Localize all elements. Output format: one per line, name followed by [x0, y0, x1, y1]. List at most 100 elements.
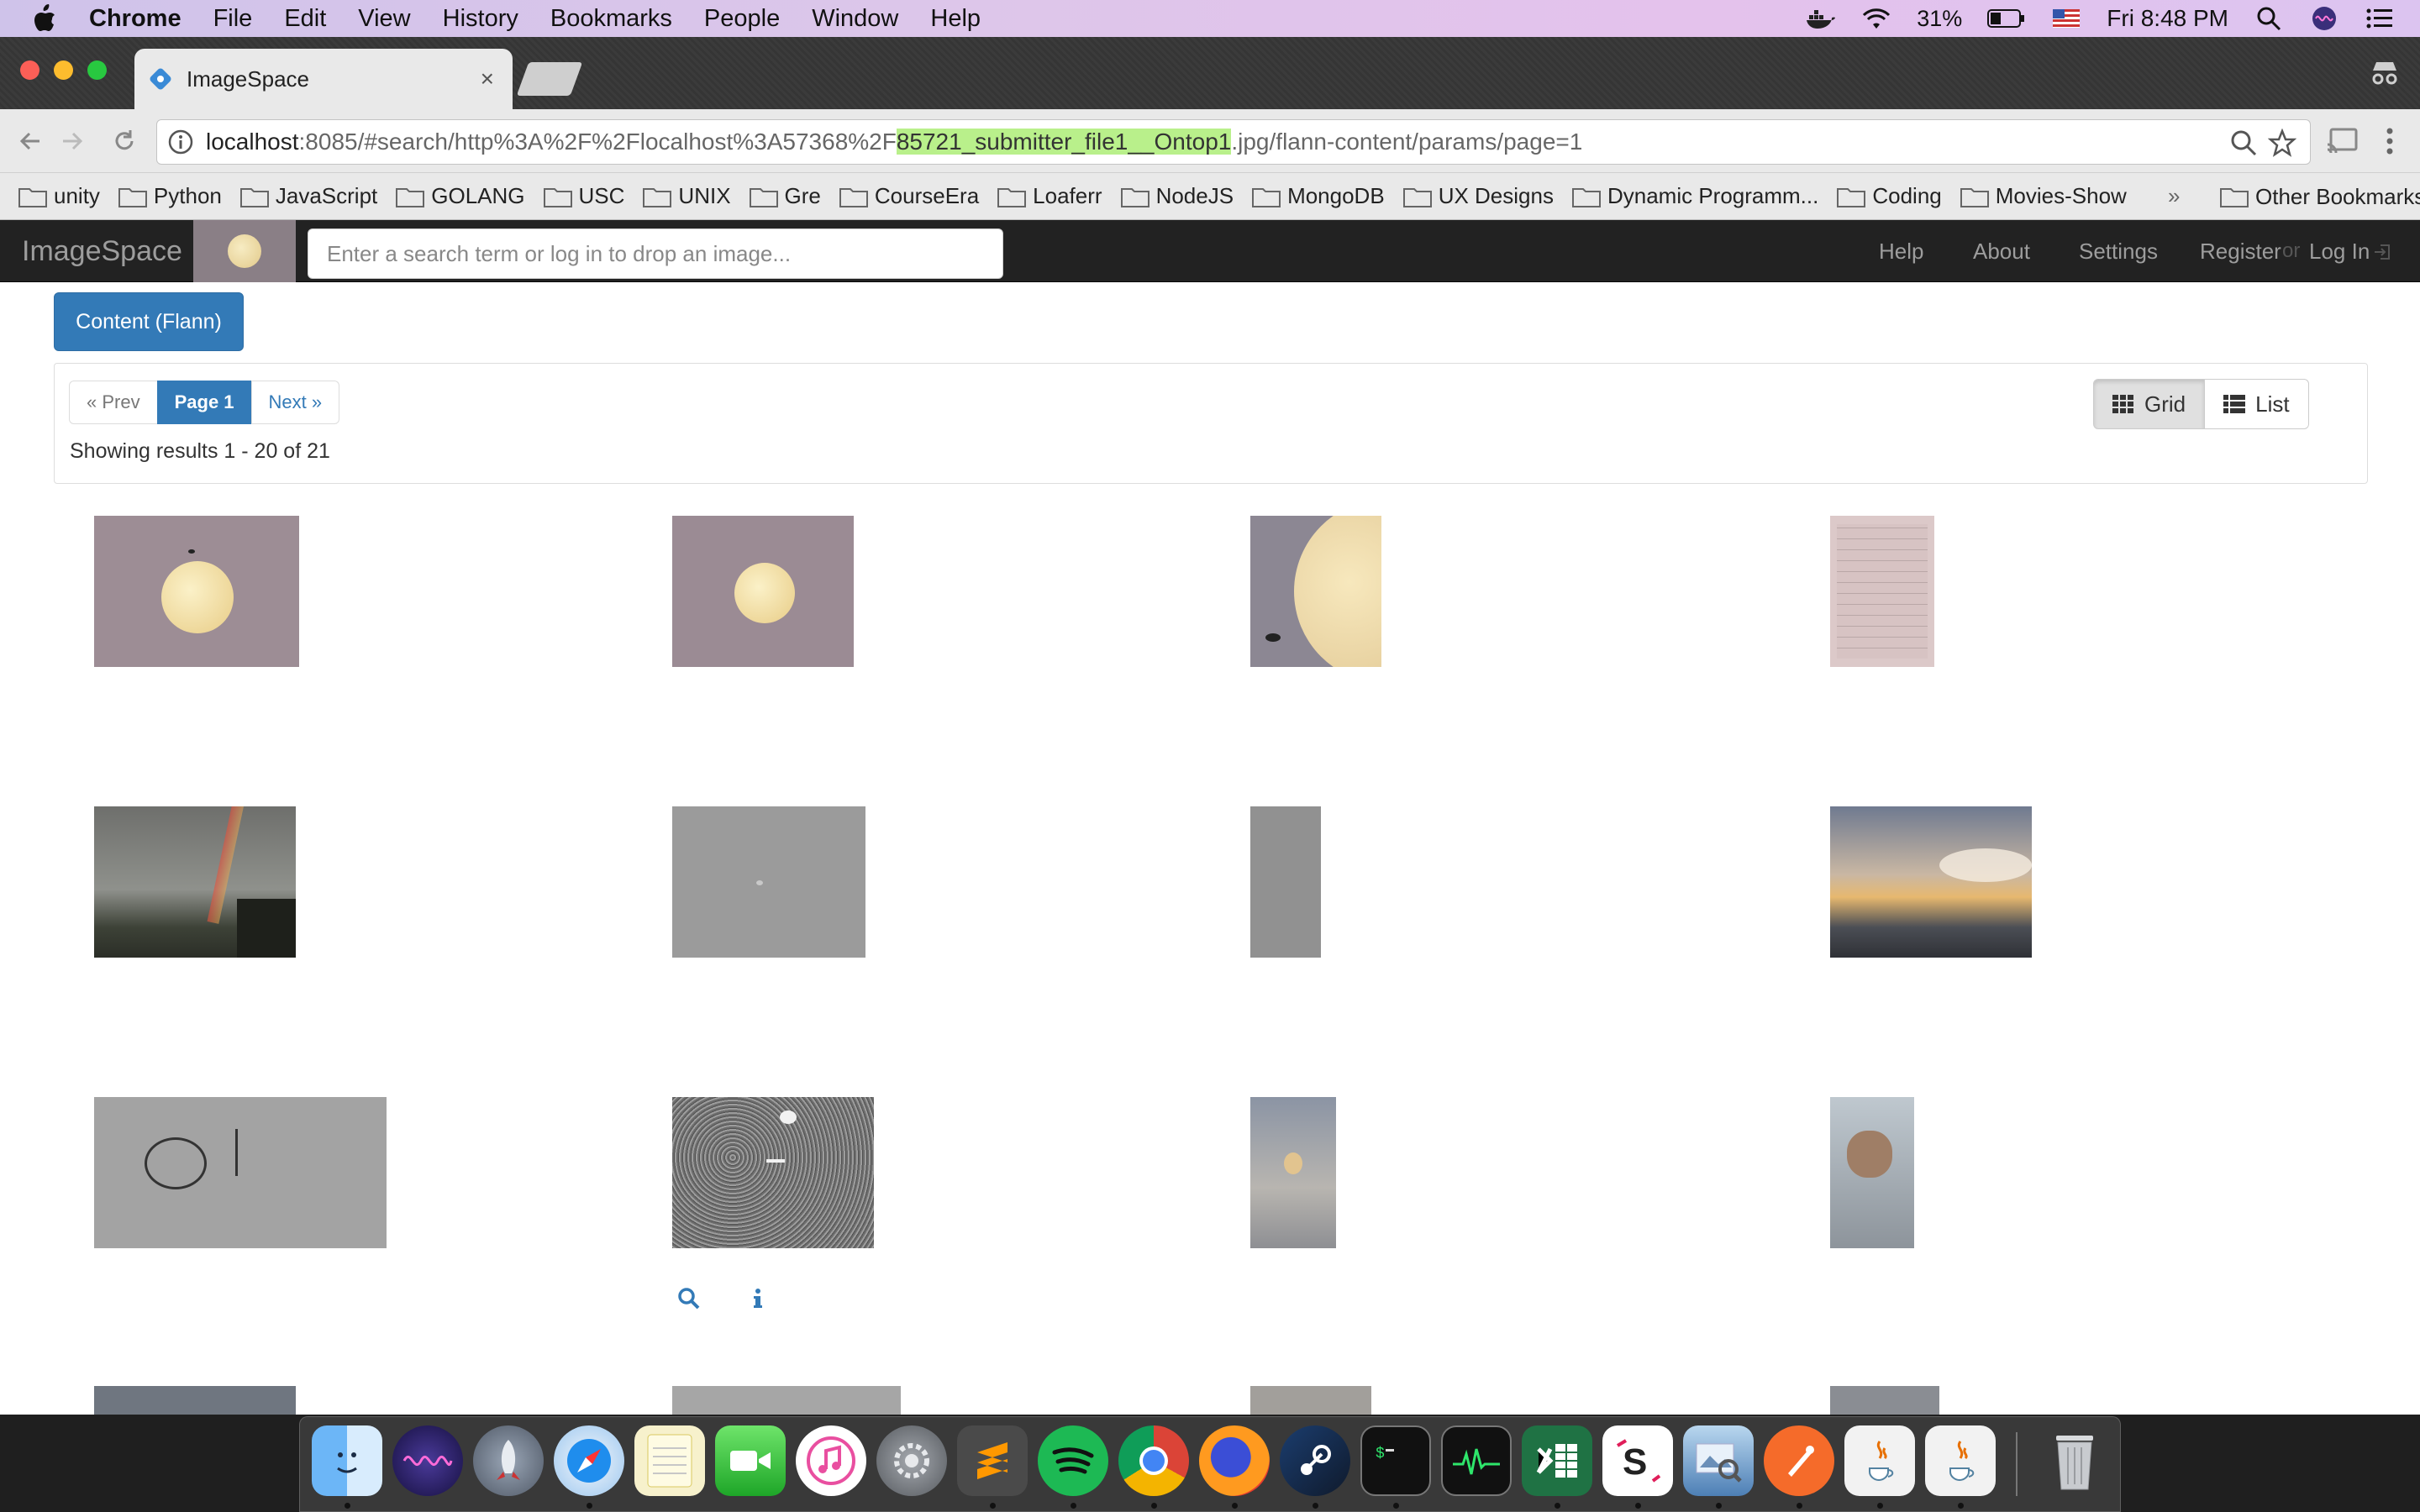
content-flann-button[interactable]: Content (Flann) — [54, 292, 244, 351]
result-thumbnail-13[interactable] — [94, 1386, 296, 1415]
result-thumbnail-7[interactable] — [1250, 806, 1321, 958]
menu-app-name[interactable]: Chrome — [89, 5, 182, 33]
bookmark-folder-javascript[interactable]: JavaScript — [239, 183, 377, 209]
result-thumbnail-8[interactable] — [1830, 806, 2032, 958]
back-button[interactable] — [13, 124, 47, 158]
query-image-thumbnail[interactable] — [193, 220, 296, 282]
forward-button[interactable] — [55, 124, 89, 158]
bookmark-folder-golang[interactable]: GOLANG — [396, 183, 525, 209]
cast-icon[interactable] — [2326, 126, 2360, 156]
current-page[interactable]: Page 1 — [156, 381, 252, 424]
firefox-icon[interactable] — [1199, 1425, 1270, 1496]
result-thumbnail-5[interactable] — [94, 806, 296, 958]
menubar-clock[interactable]: Fri 8:48 PM — [2107, 5, 2228, 32]
bookmark-folder-dynamic-programming[interactable]: Dynamic Programm... — [1571, 183, 1818, 209]
result-thumbnail-14[interactable] — [672, 1386, 901, 1415]
java-icon[interactable] — [1844, 1425, 1915, 1496]
menu-edit[interactable]: Edit — [284, 5, 326, 33]
excel-icon[interactable] — [1522, 1425, 1592, 1496]
incognito-icon[interactable] — [2368, 55, 2402, 89]
bookmark-folder-nodejs[interactable]: NodeJS — [1120, 183, 1234, 209]
url-text[interactable]: localhost:8085/#search/http%3A%2F%2Floca… — [206, 129, 1582, 155]
bookmark-folder-loaferr[interactable]: Loaferr — [997, 183, 1102, 209]
result-thumbnail-15[interactable] — [1250, 1386, 1371, 1415]
result-thumbnail-9[interactable] — [94, 1097, 387, 1248]
next-page-link[interactable]: Next » — [250, 381, 340, 424]
bookmark-folder-mongodb[interactable]: MongoDB — [1252, 183, 1385, 209]
bookmark-folder-coding[interactable]: Coding — [1837, 183, 1942, 209]
apple-icon[interactable] — [32, 4, 60, 33]
zoom-icon[interactable] — [2229, 129, 2258, 157]
terminal-icon[interactable]: $ — [1360, 1425, 1431, 1496]
activity-monitor-icon[interactable] — [1441, 1425, 1512, 1496]
site-brand[interactable]: ImageSpace — [22, 220, 182, 282]
nav-login-link[interactable]: Log In — [2309, 220, 2370, 282]
menu-view[interactable]: View — [358, 5, 410, 33]
search-similar-icon[interactable] — [677, 1287, 701, 1310]
sublime-text-icon[interactable] — [957, 1425, 1028, 1496]
nav-help-link[interactable]: Help — [1879, 220, 1923, 282]
notification-center-icon[interactable] — [2365, 6, 2395, 31]
docker-icon[interactable] — [1806, 6, 1836, 31]
wifi-icon[interactable] — [1861, 6, 1891, 31]
result-thumbnail-11[interactable] — [1250, 1097, 1336, 1248]
menu-window[interactable]: Window — [812, 5, 898, 33]
result-thumbnail-12[interactable] — [1830, 1097, 1914, 1248]
nav-settings-link[interactable]: Settings — [2079, 220, 2158, 282]
chrome-icon[interactable] — [1118, 1425, 1189, 1496]
spotlight-search-icon[interactable] — [2254, 6, 2284, 31]
grid-view-button[interactable]: Grid — [2093, 379, 2206, 429]
bookmark-folder-unity[interactable]: unity — [18, 183, 100, 209]
search-input[interactable] — [308, 228, 1003, 279]
nav-about-link[interactable]: About — [1973, 220, 2030, 282]
result-thumbnail-3[interactable] — [1250, 516, 1381, 667]
info-icon[interactable] — [746, 1287, 770, 1310]
menu-help[interactable]: Help — [930, 5, 981, 33]
address-bar[interactable]: localhost:8085/#search/http%3A%2F%2Floca… — [156, 119, 2311, 165]
list-view-button[interactable]: List — [2204, 379, 2309, 429]
steam-icon[interactable] — [1280, 1425, 1350, 1496]
new-tab-button[interactable] — [516, 62, 583, 96]
bookmark-folder-python[interactable]: Python — [118, 183, 222, 209]
result-thumbnail-2[interactable] — [672, 516, 854, 667]
result-thumbnail-16[interactable] — [1830, 1386, 1939, 1415]
chrome-menu-icon[interactable] — [2375, 124, 2405, 158]
bookmark-folder-movies-show[interactable]: Movies-Show — [1960, 183, 2127, 209]
postman-icon[interactable] — [1764, 1425, 1834, 1496]
bookmark-folder-ux-designs[interactable]: UX Designs — [1402, 183, 1554, 209]
slack-icon[interactable]: S — [1602, 1425, 1673, 1496]
menu-bookmarks[interactable]: Bookmarks — [550, 5, 672, 33]
site-info-icon[interactable] — [167, 129, 194, 155]
result-thumbnail-4[interactable] — [1830, 516, 1934, 667]
launchpad-icon[interactable] — [473, 1425, 544, 1496]
result-thumbnail-10[interactable] — [672, 1097, 874, 1248]
preview-icon[interactable] — [1683, 1425, 1754, 1496]
trash-icon[interactable] — [2039, 1425, 2110, 1496]
login-icon[interactable] — [2373, 242, 2393, 262]
notes-icon[interactable] — [634, 1425, 705, 1496]
siri-icon[interactable] — [392, 1425, 463, 1496]
browser-tab-imagespace[interactable]: ImageSpace × — [134, 49, 513, 109]
bookmarks-overflow-chevron[interactable]: » — [2168, 183, 2180, 209]
result-thumbnail-6[interactable] — [672, 806, 865, 958]
bookmark-star-icon[interactable] — [2268, 129, 2296, 157]
nav-register-link[interactable]: Register — [2200, 220, 2281, 282]
window-minimize-button[interactable] — [54, 60, 73, 80]
spotify-icon[interactable] — [1038, 1425, 1108, 1496]
bookmark-folder-gre[interactable]: Gre — [749, 183, 821, 209]
tab-close-icon[interactable]: × — [481, 66, 494, 92]
bookmark-folder-usc[interactable]: USC — [543, 183, 624, 209]
java-icon-2[interactable] — [1925, 1425, 1996, 1496]
menu-history[interactable]: History — [443, 5, 518, 33]
bookmark-folder-unix[interactable]: UNIX — [643, 183, 731, 209]
siri-icon[interactable] — [2309, 6, 2339, 31]
safari-icon[interactable] — [554, 1425, 624, 1496]
menu-file[interactable]: File — [213, 5, 253, 33]
us-flag-icon[interactable] — [2051, 6, 2081, 31]
facetime-icon[interactable] — [715, 1425, 786, 1496]
system-preferences-icon[interactable] — [876, 1425, 947, 1496]
itunes-icon[interactable] — [796, 1425, 866, 1496]
bookmark-folder-other-bookmarks[interactable]: Other Bookmarks — [2220, 173, 2420, 220]
reload-button[interactable] — [108, 124, 141, 158]
prev-page-link[interactable]: « Prev — [69, 381, 158, 424]
